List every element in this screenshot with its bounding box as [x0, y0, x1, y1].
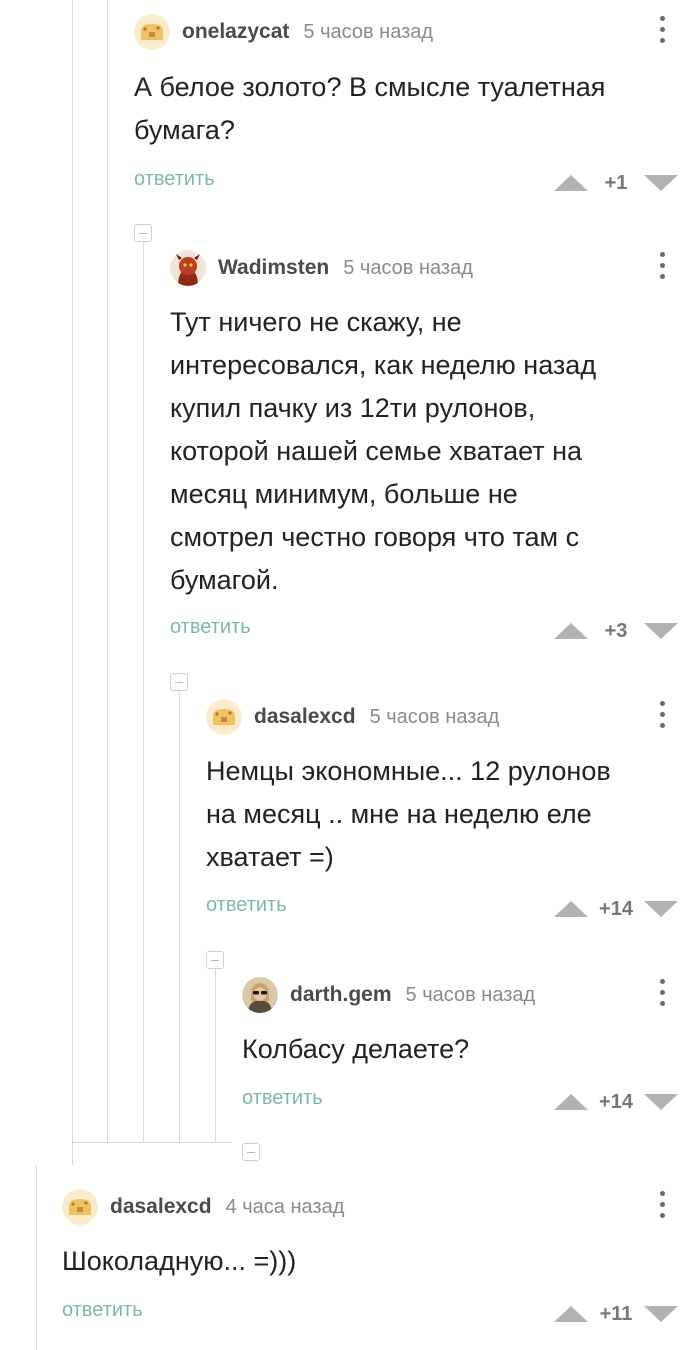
bread-avatar-icon[interactable]	[134, 14, 170, 50]
downvote-arrow-icon[interactable]	[644, 1306, 678, 1322]
comment-text: Немцы экономные... 12 рулонов на месяц .…	[206, 756, 611, 872]
comment-rating: +3	[604, 619, 628, 642]
comment-header: darth.gem 5 часов назад	[242, 975, 535, 1015]
vote-controls: +14	[554, 1087, 678, 1117]
downvote-arrow-icon[interactable]	[644, 623, 678, 639]
comment-rating: +1	[604, 171, 628, 194]
vote-controls: +3	[554, 616, 678, 646]
comment: onelazycat 5 часов назад А белое золото?…	[134, 12, 700, 202]
comment-time: 5 часов назад	[303, 20, 434, 43]
reply-link[interactable]: ответить	[134, 168, 215, 191]
comment-footer: ответить +3	[170, 616, 700, 646]
collapse-thread-button[interactable]	[206, 951, 224, 969]
thread-line	[107, 0, 108, 1142]
upvote-arrow-icon[interactable]	[554, 901, 588, 917]
comment-header: dasalexcd 5 часов назад	[206, 697, 499, 737]
more-options-icon[interactable]	[658, 16, 666, 48]
comment-text: А белое золото? В смысле туалетная бумаг…	[134, 72, 606, 145]
more-options-icon[interactable]	[658, 1191, 666, 1223]
comment-time: 5 часов назад	[405, 983, 536, 1006]
downvote-arrow-icon[interactable]	[644, 901, 678, 917]
comment-time: 4 часа назад	[225, 1195, 345, 1218]
comment-header: dasalexcd 4 часа назад	[62, 1187, 344, 1227]
reply-link[interactable]: ответить	[170, 616, 251, 639]
author-name[interactable]: dasalexcd	[110, 1195, 212, 1219]
vote-controls: +1	[554, 168, 678, 198]
comment: Wadimsten 5 часов назад Тут ничего не ск…	[170, 248, 700, 658]
author-name[interactable]: darth.gem	[290, 983, 392, 1007]
thread-line	[36, 1165, 37, 1350]
collapse-thread-button[interactable]	[242, 1143, 260, 1161]
vote-controls: +14	[554, 894, 678, 924]
bread-avatar-icon[interactable]	[62, 1189, 98, 1225]
more-options-icon[interactable]	[658, 252, 666, 284]
comment-footer: ответить +11	[62, 1299, 700, 1329]
comment: dasalexcd 5 часов назад Немцы экономные.…	[206, 697, 700, 937]
thread-line	[215, 968, 216, 1142]
comment-text: Колбасу делаете?	[242, 1034, 470, 1064]
comment-footer: ответить +14	[206, 894, 700, 924]
bread-avatar-icon[interactable]	[206, 699, 242, 735]
comment-text: Шоколадную... =)))	[62, 1246, 297, 1276]
downvote-arrow-icon[interactable]	[644, 1094, 678, 1110]
comment-rating: +11	[599, 1302, 633, 1325]
thread-line	[179, 690, 180, 1142]
author-name[interactable]: dasalexcd	[254, 705, 356, 729]
author-name[interactable]: onelazycat	[182, 20, 289, 44]
upvote-arrow-icon[interactable]	[554, 623, 588, 639]
comment-footer: ответить +14	[242, 1087, 700, 1117]
thread-line	[143, 240, 144, 1142]
comment: darth.gem 5 часов назад Колбасу делаете?…	[242, 975, 700, 1125]
comment-header: onelazycat 5 часов назад	[134, 12, 433, 52]
downvote-arrow-icon[interactable]	[644, 175, 678, 191]
more-options-icon[interactable]	[658, 701, 666, 733]
thread-line	[72, 0, 73, 1165]
more-options-icon[interactable]	[658, 979, 666, 1011]
comment-text: Тут ничего не скажу, не интересовался, к…	[170, 307, 597, 595]
author-name[interactable]: Wadimsten	[218, 256, 329, 280]
comment-time: 5 часов назад	[369, 705, 500, 728]
vote-controls: +11	[554, 1299, 678, 1329]
comment-rating: +14	[599, 897, 633, 920]
collapse-thread-button[interactable]	[170, 673, 188, 691]
reply-link[interactable]: ответить	[206, 894, 287, 917]
reply-link[interactable]: ответить	[62, 1299, 143, 1322]
person-sunglasses-avatar-icon[interactable]	[242, 977, 278, 1013]
comment-rating: +14	[599, 1090, 633, 1113]
upvote-arrow-icon[interactable]	[554, 1094, 588, 1110]
comment-header: Wadimsten 5 часов назад	[170, 248, 473, 288]
red-creature-avatar-icon[interactable]	[170, 250, 206, 286]
comment-footer: ответить +1	[134, 168, 700, 198]
comment-time: 5 часов назад	[343, 256, 473, 279]
upvote-arrow-icon[interactable]	[554, 1306, 588, 1322]
collapse-thread-button[interactable]	[134, 224, 152, 242]
thread-line	[72, 1142, 232, 1143]
reply-link[interactable]: ответить	[242, 1087, 323, 1110]
upvote-arrow-icon[interactable]	[554, 175, 588, 191]
comment: dasalexcd 4 часа назад Шоколадную... =))…	[62, 1187, 700, 1332]
